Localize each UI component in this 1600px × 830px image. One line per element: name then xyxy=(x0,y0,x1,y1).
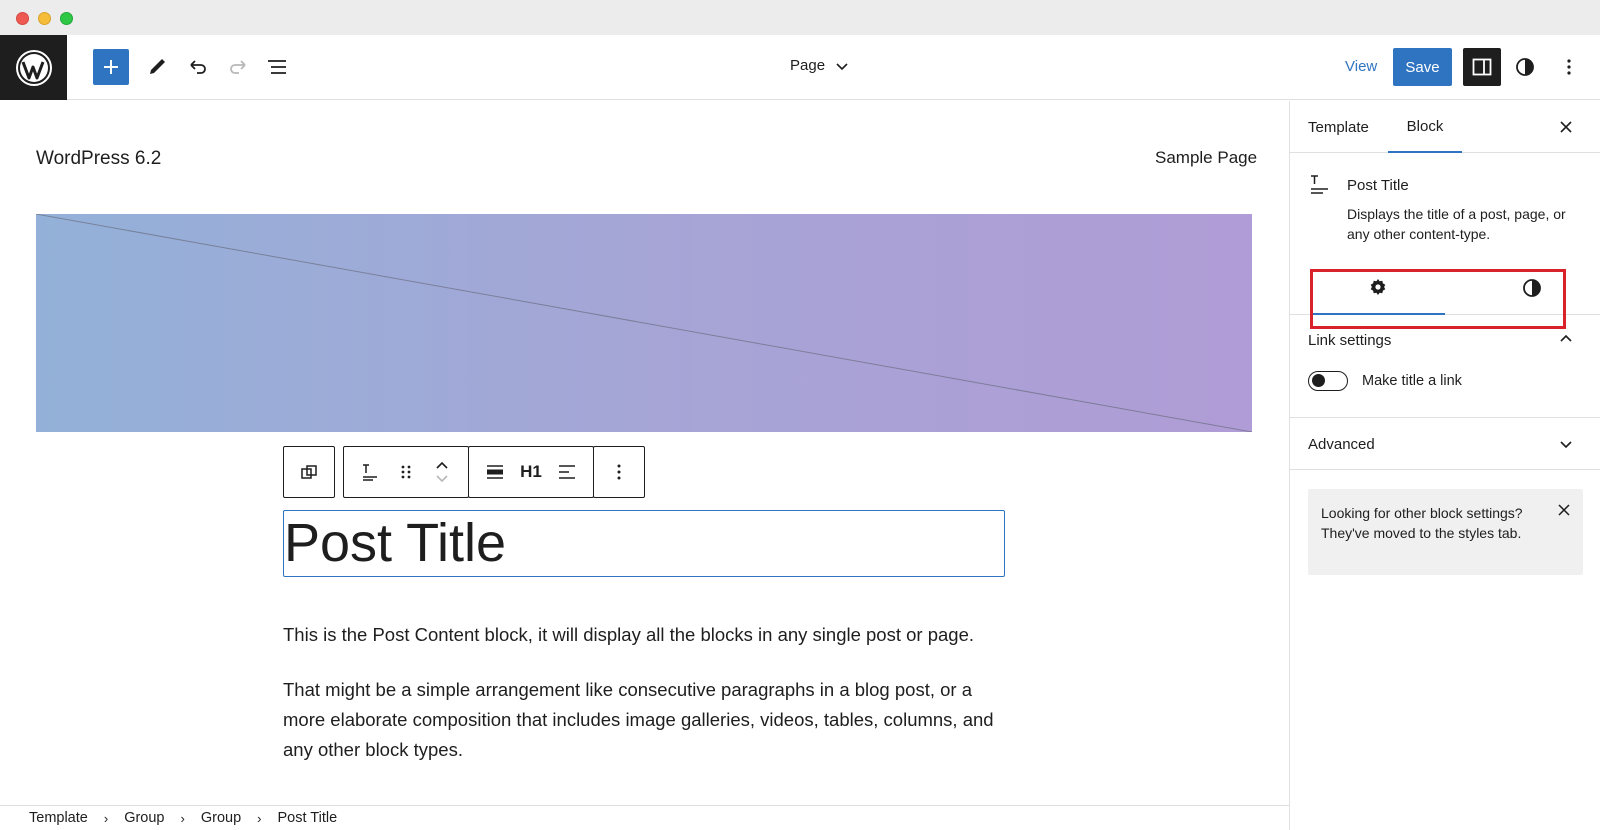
close-icon[interactable] xyxy=(1557,503,1571,517)
plus-icon xyxy=(104,60,118,74)
group-icon xyxy=(301,465,317,479)
panel-title[interactable]: Advanced xyxy=(1308,436,1375,453)
editor-window: Page View Save WordPress 6.2 Sample Page xyxy=(0,35,1600,830)
breadcrumb-item-current: Post Title xyxy=(277,810,338,826)
close-sidebar-button[interactable] xyxy=(1554,115,1578,139)
breadcrumb-item[interactable]: Group xyxy=(124,810,164,826)
notice-text: Looking for other block settings? They'v… xyxy=(1321,505,1523,541)
post-content-paragraph[interactable]: That might be a simple arrangement like … xyxy=(283,675,1003,765)
tab-block[interactable]: Block xyxy=(1388,101,1462,153)
maximize-window-button[interactable] xyxy=(60,12,73,25)
link-settings-panel: Link settings Make title a link xyxy=(1290,315,1600,418)
contrast-icon xyxy=(1516,58,1534,76)
tab-settings[interactable] xyxy=(1311,261,1445,315)
chevron-right-icon: › xyxy=(257,810,262,826)
breadcrumb: Template › Group › Group › Post Title xyxy=(0,805,1289,830)
inspector-tabs xyxy=(1290,261,1600,315)
settings-sidebar-button[interactable] xyxy=(1463,48,1501,86)
tools-button[interactable] xyxy=(139,49,175,85)
toggle-knob xyxy=(1312,374,1325,387)
page-selector-label: Page xyxy=(790,57,826,74)
list-view-icon xyxy=(268,60,286,74)
more-vertical-icon xyxy=(617,464,621,480)
chevron-down-icon[interactable] xyxy=(1558,436,1574,452)
advanced-panel: Advanced xyxy=(1290,418,1600,470)
editor-toolbar: Page View Save xyxy=(0,35,1600,100)
drag-handle[interactable] xyxy=(388,454,424,490)
minimize-window-button[interactable] xyxy=(38,12,51,25)
undo-button[interactable] xyxy=(180,49,216,85)
breadcrumb-item[interactable]: Group xyxy=(201,810,241,826)
save-button[interactable]: Save xyxy=(1393,48,1452,86)
close-window-button[interactable] xyxy=(16,12,29,25)
list-view-button[interactable] xyxy=(259,49,295,85)
toggle-label: Make title a link xyxy=(1362,373,1462,389)
parent-select-group xyxy=(283,446,335,498)
make-title-link-toggle[interactable] xyxy=(1308,371,1348,391)
chevron-right-icon: › xyxy=(180,810,185,826)
block-name: Post Title xyxy=(1347,177,1409,194)
settings-sidebar: Template Block Post Title Displays the t… xyxy=(1289,101,1600,830)
close-icon xyxy=(1560,121,1572,133)
sidebar-tabs: Template Block xyxy=(1290,101,1600,153)
contrast-icon xyxy=(1523,279,1541,297)
post-content-paragraph[interactable]: This is the Post Content block, it will … xyxy=(283,620,1003,650)
align-left-icon xyxy=(559,465,575,479)
chevron-down-icon xyxy=(436,475,448,483)
block-toolbar: H1 xyxy=(283,446,645,498)
select-parent-button[interactable] xyxy=(292,454,326,490)
post-title-block[interactable]: Post Title xyxy=(283,510,1005,577)
align-wide-icon xyxy=(487,465,503,479)
styles-moved-notice: Looking for other block settings? They'v… xyxy=(1308,489,1583,575)
text-align-button[interactable] xyxy=(549,454,585,490)
sidebar-icon xyxy=(1472,58,1492,76)
breadcrumb-item[interactable]: Template xyxy=(29,810,88,826)
nav-link-sample-page[interactable]: Sample Page xyxy=(1155,148,1257,168)
undo-icon xyxy=(190,60,206,74)
more-vertical-icon xyxy=(1567,59,1571,75)
align-button[interactable] xyxy=(477,454,513,490)
wordpress-logo-icon[interactable] xyxy=(0,35,67,100)
tab-styles[interactable] xyxy=(1465,261,1599,315)
chevron-down-icon xyxy=(836,62,848,70)
block-format-group: H1 xyxy=(468,446,594,498)
chevron-up-icon[interactable] xyxy=(1558,331,1574,347)
block-type-button[interactable] xyxy=(352,454,388,490)
chevron-right-icon: › xyxy=(103,810,109,826)
block-options-button[interactable] xyxy=(602,454,636,490)
block-description: Displays the title of a post, page, or a… xyxy=(1347,206,1566,242)
window-titlebar xyxy=(0,0,1600,35)
tab-template[interactable]: Template xyxy=(1308,101,1369,153)
redo-button[interactable] xyxy=(220,49,256,85)
gear-icon xyxy=(1370,279,1386,295)
cover-block[interactable] xyxy=(36,214,1252,432)
chevron-up-icon xyxy=(436,461,448,469)
post-title-icon xyxy=(1311,175,1328,194)
block-more-group xyxy=(593,446,645,498)
post-title-icon xyxy=(363,464,377,481)
move-buttons[interactable] xyxy=(424,454,460,490)
cover-placeholder-line xyxy=(36,214,1252,432)
options-button[interactable] xyxy=(1551,49,1587,85)
page-selector[interactable]: Page xyxy=(790,57,849,74)
pencil-icon xyxy=(150,59,165,74)
block-tools-group xyxy=(343,446,469,498)
panel-title[interactable]: Link settings xyxy=(1308,332,1391,349)
styles-button[interactable] xyxy=(1507,49,1543,85)
drag-handle-icon xyxy=(401,465,411,479)
editor-canvas: WordPress 6.2 Sample Page H1 Post Title … xyxy=(0,101,1289,805)
site-title[interactable]: WordPress 6.2 xyxy=(36,148,161,170)
add-block-button[interactable] xyxy=(93,49,129,85)
redo-icon xyxy=(230,60,246,74)
heading-level-button[interactable]: H1 xyxy=(513,454,549,490)
view-link[interactable]: View xyxy=(1345,58,1377,75)
make-title-link-toggle-row: Make title a link xyxy=(1308,371,1462,391)
